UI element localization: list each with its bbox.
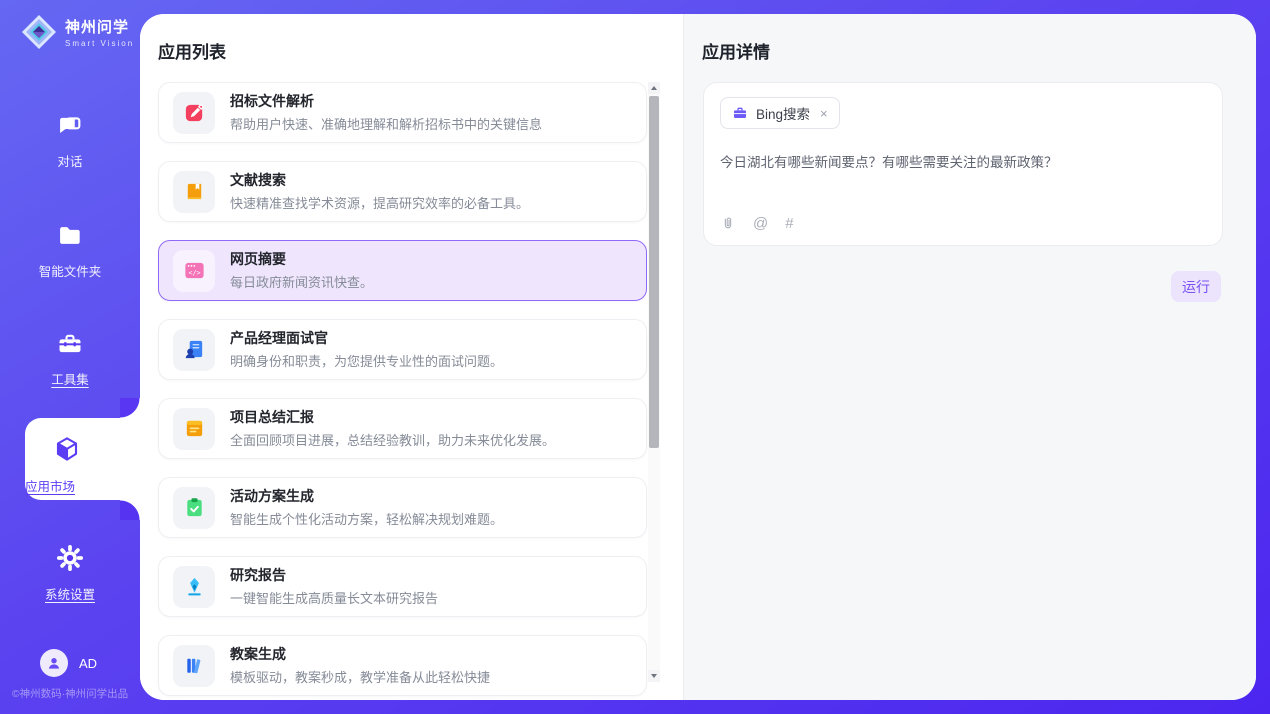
app-card-title: 教案生成 xyxy=(230,645,490,663)
prompt-text[interactable]: 今日湖北有哪些新闻要点？有哪些需要关注的最新政策？ xyxy=(720,153,1206,173)
app-card-title: 研究报告 xyxy=(230,566,438,584)
diamond-logo-icon xyxy=(20,13,58,51)
app-card-desc: 明确身份和职责，为您提供专业性的面试问题。 xyxy=(230,351,503,370)
bid-document-icon xyxy=(183,101,206,124)
app-card-desc: 模板驱动，教案秒成，教学准备从此轻松快捷 xyxy=(230,667,490,686)
app-card-lesson-plan[interactable]: 教案生成 模板驱动，教案秒成，教学准备从此轻松快捷 xyxy=(158,635,647,696)
app-detail-panel: 应用详情 Bing搜索 × 今日湖北有哪些新闻要点？有哪些需要关注的最新政策？ … xyxy=(683,14,1256,700)
sidebar-item-smart-folder[interactable]: 智能文件夹 xyxy=(0,222,140,280)
app-card-desc: 帮助用户快速、准确地理解和解析招标书中的关键信息 xyxy=(230,114,542,133)
app-card-activity-plan[interactable]: 活动方案生成 智能生成个性化活动方案，轻松解决规划难题。 xyxy=(158,477,647,538)
app-icon-tile xyxy=(173,408,215,450)
app-detail-title: 应用详情 xyxy=(702,38,770,63)
app-card-desc: 全面回顾项目进展，总结经验教训，助力未来优化发展。 xyxy=(230,430,555,449)
app-card-literature-search[interactable]: 文献搜索 快速精准查找学术资源，提高研究效率的必备工具。 xyxy=(158,161,647,222)
app-icon-tile xyxy=(173,566,215,608)
app-icon-tile xyxy=(173,92,215,134)
app-card-research-report[interactable]: 研究报告 一键智能生成高质量长文本研究报告 xyxy=(158,556,647,617)
brand-name: 神州问学 xyxy=(65,16,134,37)
gear-icon xyxy=(55,543,85,573)
briefcase-icon xyxy=(732,105,748,121)
user-name: AD xyxy=(79,656,97,671)
research-pen-icon xyxy=(183,575,206,598)
app-card-desc: 一键智能生成高质量长文本研究报告 xyxy=(230,588,438,607)
app-icon-tile xyxy=(173,329,215,371)
scrollbar-down-button[interactable] xyxy=(648,670,660,682)
sidebar-item-label: 系统设置 xyxy=(0,584,140,603)
run-button[interactable]: 运行 xyxy=(1171,271,1221,302)
books-icon xyxy=(183,654,206,677)
app-card-bid-parse[interactable]: 招标文件解析 帮助用户快速、准确地理解和解析招标书中的关键信息 xyxy=(158,82,647,143)
app-card-desc: 每日政府新闻资讯快查。 xyxy=(230,272,373,291)
chat-icon xyxy=(56,112,84,140)
sidebar-item-label: 对话 xyxy=(0,151,140,170)
prompt-input-card[interactable]: Bing搜索 × 今日湖北有哪些新闻要点？有哪些需要关注的最新政策？ @ # xyxy=(703,82,1223,246)
list-scrollbar[interactable] xyxy=(648,82,660,682)
app-icon-tile xyxy=(173,171,215,213)
toolbox-icon xyxy=(56,330,84,358)
brand-subtitle: Smart Vision xyxy=(65,39,134,48)
app-card-title: 活动方案生成 xyxy=(230,487,503,505)
app-card-desc: 智能生成个性化活动方案，轻松解决规划难题。 xyxy=(230,509,503,528)
app-card-desc: 快速精准查找学术资源，提高研究效率的必备工具。 xyxy=(230,193,529,212)
clipboard-check-icon xyxy=(183,496,206,519)
app-card-title: 文献搜索 xyxy=(230,171,529,189)
app-card-title: 产品经理面试官 xyxy=(230,329,503,347)
close-icon[interactable]: × xyxy=(820,107,828,120)
app-card-list: 招标文件解析 帮助用户快速、准确地理解和解析招标书中的关键信息 文献搜索 快速精… xyxy=(158,82,647,678)
sidebar-item-label: 智能文件夹 xyxy=(0,261,140,280)
paperclip-icon[interactable] xyxy=(720,215,736,232)
hash-icon[interactable]: # xyxy=(785,216,793,231)
app-icon-tile: </> xyxy=(173,250,215,292)
folder-icon xyxy=(56,222,84,250)
tool-chip-label: Bing搜索 xyxy=(756,103,810,123)
cube-icon xyxy=(52,434,82,464)
sidebar-item-app-market[interactable]: 应用市场 xyxy=(25,418,140,500)
app-card-web-summary[interactable]: </> 网页摘要 每日政府新闻资讯快查。 xyxy=(158,240,647,301)
tool-chip-bing-search[interactable]: Bing搜索 × xyxy=(720,97,840,129)
copyright-text: ©神州数码·神州问学出品 xyxy=(0,686,140,701)
scrollbar-thumb[interactable] xyxy=(649,96,659,448)
sidebar: 神州问学 Smart Vision 对话 智能文件夹 工具集 xyxy=(0,0,140,714)
app-list-title: 应用列表 xyxy=(158,38,226,63)
app-list-panel: 应用列表 招标文件解析 帮助用户快速、准确地理解和解析招标书中的关键信息 xyxy=(140,14,683,700)
webpage-code-icon: </> xyxy=(183,259,206,282)
sidebar-item-label: 应用市场 xyxy=(25,476,109,495)
person-icon xyxy=(45,654,63,672)
avatar xyxy=(40,649,68,677)
sidebar-item-toolset[interactable]: 工具集 xyxy=(0,330,140,388)
attachment-toolbar: @ # xyxy=(720,215,794,232)
app-card-pm-interviewer[interactable]: 产品经理面试官 明确身份和职责，为您提供专业性的面试问题。 xyxy=(158,319,647,380)
app-icon-tile xyxy=(173,487,215,529)
triangle-down-icon xyxy=(651,674,657,678)
app-icon-tile xyxy=(173,645,215,687)
scrollbar-up-button[interactable] xyxy=(648,82,660,94)
bubble-curve-top xyxy=(120,398,140,418)
interviewer-icon xyxy=(183,338,206,361)
brand-logo: 神州问学 Smart Vision xyxy=(20,13,134,51)
triangle-up-icon xyxy=(651,86,657,90)
main-content: 应用列表 招标文件解析 帮助用户快速、准确地理解和解析招标书中的关键信息 xyxy=(140,14,1256,700)
user-account[interactable]: AD xyxy=(40,649,97,677)
app-card-project-summary[interactable]: 项目总结汇报 全面回顾项目进展，总结经验教训，助力未来优化发展。 xyxy=(158,398,647,459)
sidebar-item-chat[interactable]: 对话 xyxy=(0,112,140,170)
app-card-title: 项目总结汇报 xyxy=(230,408,555,426)
summary-note-icon xyxy=(183,417,206,440)
app-card-title: 网页摘要 xyxy=(230,250,373,268)
sidebar-item-label: 工具集 xyxy=(0,369,140,388)
app-card-title: 招标文件解析 xyxy=(230,92,542,110)
bubble-curve-bottom xyxy=(120,500,140,520)
svg-text:</>: </> xyxy=(188,269,200,277)
sidebar-item-settings[interactable]: 系统设置 xyxy=(0,543,140,603)
at-icon[interactable]: @ xyxy=(753,216,768,231)
book-icon xyxy=(183,180,206,203)
